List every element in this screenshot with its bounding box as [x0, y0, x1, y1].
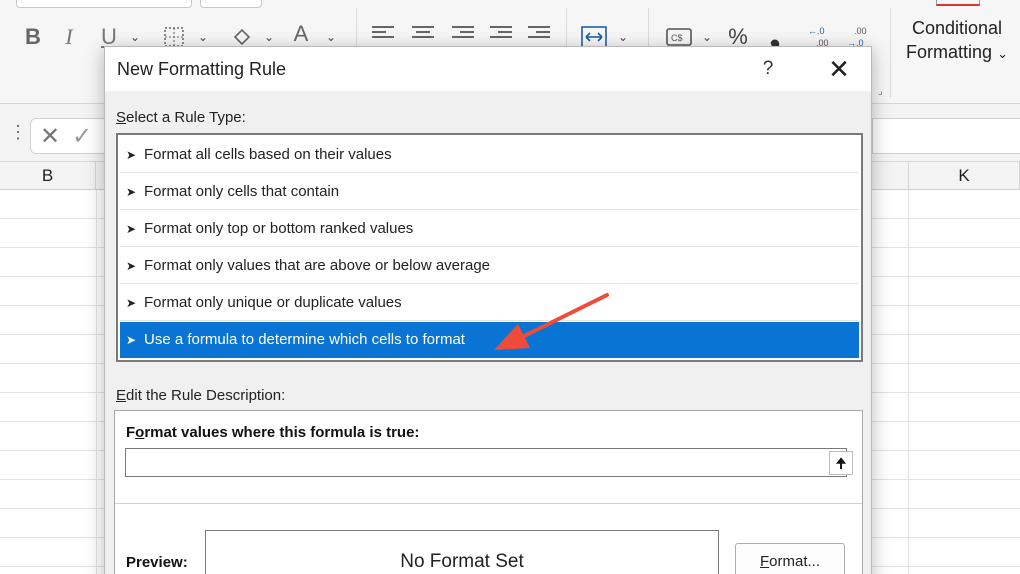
- dialog-title: New Formatting Rule: [117, 59, 287, 79]
- rule-type-item[interactable]: ➤ Format only cells that contain: [120, 174, 859, 210]
- underline-dropdown-chevron-icon[interactable]: ⌄: [130, 30, 140, 44]
- ribbon-separator: [890, 8, 891, 98]
- conditional-formatting-icon[interactable]: [936, 0, 980, 6]
- svg-text:C$: C$: [671, 33, 683, 43]
- chevron-down-icon: ⌄: [997, 46, 1008, 61]
- formula-bar-input[interactable]: [872, 118, 1020, 154]
- close-button[interactable]: ✕: [823, 53, 855, 85]
- borders-dropdown-chevron-icon[interactable]: ⌄: [198, 30, 208, 44]
- conditional-formatting-label-line1: Conditional: [911, 18, 1003, 38]
- grip-icon[interactable]: ⋮: [9, 122, 27, 143]
- align-center-icon[interactable]: [412, 26, 434, 44]
- increase-indent-icon[interactable]: [528, 26, 550, 44]
- align-right-icon[interactable]: [452, 26, 474, 44]
- rule-type-item[interactable]: ➤ Format only top or bottom ranked values: [120, 211, 859, 247]
- format-button[interactable]: Format...: [735, 543, 845, 574]
- rule-type-item[interactable]: ➤ Format all cells based on their values: [120, 137, 859, 173]
- font-color-dropdown-chevron-icon[interactable]: ⌄: [326, 30, 336, 44]
- rule-arrow-icon: ➤: [126, 296, 137, 310]
- rule-type-item[interactable]: ➤ Format only unique or duplicate values: [120, 285, 859, 321]
- column-header-b[interactable]: B: [0, 162, 96, 190]
- font-size-box[interactable]: [200, 0, 262, 8]
- font-color-button[interactable]: A: [288, 21, 314, 48]
- rule-arrow-icon: ➤: [126, 222, 137, 236]
- formula-heading: Format values where this formula is true…: [126, 424, 420, 441]
- grid-line: [96, 190, 97, 574]
- number-format-dropdown-chevron-icon[interactable]: ⌄: [702, 30, 712, 44]
- close-icon: ✕: [828, 54, 850, 84]
- italic-button[interactable]: I: [58, 22, 80, 52]
- font-name-box[interactable]: [16, 0, 192, 8]
- conditional-formatting-label-line2: Formatting ⌄: [906, 42, 1008, 62]
- divider: [115, 503, 862, 504]
- align-left-icon[interactable]: [372, 26, 394, 44]
- rule-arrow-icon: ➤: [126, 148, 137, 162]
- rule-arrow-icon: ➤: [126, 333, 137, 347]
- bold-button[interactable]: B: [22, 22, 44, 52]
- upload-arrow-icon: 🠉: [835, 455, 847, 471]
- fill-color-dropdown-chevron-icon[interactable]: ⌄: [264, 30, 274, 44]
- grid-line: [908, 190, 909, 574]
- formula-input[interactable]: 🠉: [125, 448, 853, 477]
- select-rule-type-label: Select a Rule Type:: [116, 109, 246, 126]
- preview-box: No Format Set: [205, 530, 719, 574]
- rule-arrow-icon: ➤: [126, 259, 137, 273]
- collapse-dialog-button[interactable]: 🠉: [829, 451, 853, 475]
- svg-text:.00: .00: [854, 26, 867, 36]
- preview-label: Preview:: [126, 554, 188, 571]
- conditional-formatting-button[interactable]: Conditional Formatting ⌄: [898, 16, 1016, 66]
- merge-dropdown-chevron-icon[interactable]: ⌄: [618, 30, 628, 44]
- rule-type-item-selected[interactable]: ➤ Use a formula to determine which cells …: [120, 322, 859, 358]
- dialog-titlebar[interactable]: New Formatting Rule ? ✕: [105, 47, 871, 91]
- rule-type-list[interactable]: ➤ Format all cells based on their values …: [116, 133, 863, 362]
- column-header-k[interactable]: K: [908, 162, 1020, 190]
- svg-text:←.0: ←.0: [808, 26, 825, 36]
- rule-arrow-icon: ➤: [126, 185, 137, 199]
- new-formatting-rule-dialog: New Formatting Rule ? ✕ Select a Rule Ty…: [104, 46, 872, 574]
- edit-rule-description-label: Edit the Rule Description:: [116, 387, 286, 404]
- decrease-indent-icon[interactable]: [490, 26, 512, 44]
- preview-text: No Format Set: [400, 551, 524, 572]
- confirm-entry-icon[interactable]: ✓: [72, 122, 92, 151]
- cancel-entry-icon[interactable]: ✕: [40, 122, 60, 151]
- rule-description-panel: Format values where this formula is true…: [114, 410, 863, 574]
- number-group-launcher-icon[interactable]: ⌟: [878, 86, 883, 97]
- help-button[interactable]: ?: [755, 55, 781, 83]
- rule-type-item[interactable]: ➤ Format only values that are above or be…: [120, 248, 859, 284]
